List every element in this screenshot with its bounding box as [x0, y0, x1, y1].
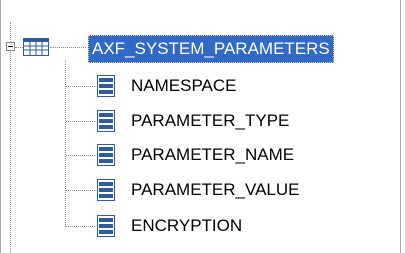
column-icon — [97, 110, 115, 132]
tree-connector-child — [66, 86, 95, 87]
tree-node-label: NAMESPACE — [131, 76, 237, 95]
tree-node-label: PARAMETER_VALUE — [131, 180, 300, 199]
tree-node-label: ENCRYPTION — [131, 216, 243, 235]
tree-connector-child — [66, 155, 95, 156]
tree-connector-child — [66, 226, 95, 227]
table-icon — [23, 38, 49, 56]
tree-connector-root-branch — [15, 47, 23, 48]
collapse-toggle[interactable] — [6, 42, 15, 51]
tree-connector-root — [10, 22, 11, 42]
column-icon — [97, 179, 115, 201]
tree-connector-icon-label — [50, 47, 86, 48]
column-icon — [97, 75, 115, 97]
tree-connector-root-below — [10, 52, 11, 253]
tree-node-label: PARAMETER_NAME — [131, 145, 295, 164]
tree-node-root-label[interactable]: AXF_SYSTEM_PARAMETERS — [88, 35, 334, 63]
column-icon — [97, 215, 115, 237]
tree-node-label: PARAMETER_TYPE — [131, 111, 290, 130]
column-icon — [97, 144, 115, 166]
tree-connector-child — [66, 190, 95, 191]
tree-connector-child — [66, 121, 95, 122]
tree-view[interactable]: AXF_SYSTEM_PARAMETERS NAMESPACE PARAMETE… — [0, 0, 401, 253]
